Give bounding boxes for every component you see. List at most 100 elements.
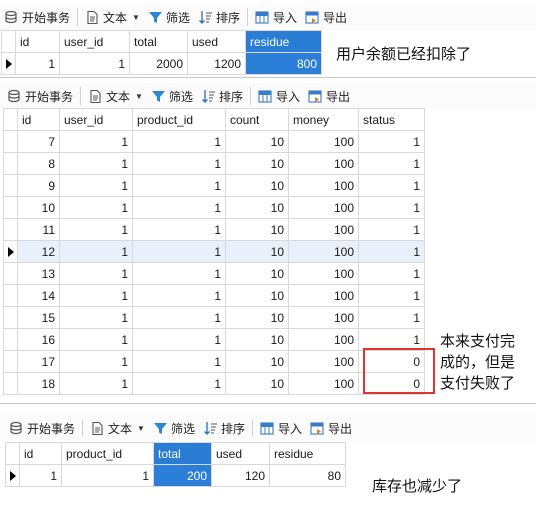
table-cell[interactable]: 1 [132, 328, 226, 351]
text-button[interactable]: 文本 ▼ [81, 6, 144, 28]
table-cell[interactable]: 14 [17, 284, 60, 307]
table-cell[interactable]: 1 [358, 284, 425, 307]
import-button[interactable]: 导入 [254, 85, 304, 107]
table-cell[interactable]: 10 [225, 350, 289, 373]
table-cell[interactable]: 1 [358, 174, 425, 197]
table-cell[interactable]: 10 [225, 174, 289, 197]
column-header[interactable]: product_id [61, 442, 154, 465]
column-header[interactable]: status [358, 108, 425, 131]
table-cell[interactable]: 10 [225, 130, 289, 153]
table-cell[interactable]: 1 [59, 218, 133, 241]
table-row[interactable]: 16 1 1 10 100 1 [3, 328, 425, 351]
column-header[interactable]: id [15, 30, 60, 53]
column-header[interactable]: id [17, 108, 60, 131]
table-cell[interactable]: 15 [17, 306, 60, 329]
table-row[interactable]: 15 1 1 10 100 1 [3, 306, 425, 329]
table-cell[interactable]: 1 [59, 196, 133, 219]
filter-button[interactable]: 筛选 [149, 417, 199, 439]
table-cell[interactable]: 100 [288, 218, 359, 241]
table-cell[interactable]: 1 [132, 240, 226, 263]
table-cell[interactable]: 10 [225, 284, 289, 307]
export-button[interactable]: 导出 [304, 85, 354, 107]
table-cell[interactable]: 1 [358, 262, 425, 285]
table-cell[interactable]: 200 [153, 464, 212, 487]
table-cell[interactable]: 1 [132, 130, 226, 153]
table-cell[interactable]: 1 [59, 152, 133, 175]
table-cell[interactable]: 100 [288, 152, 359, 175]
table-cell[interactable]: 7 [17, 130, 60, 153]
table-cell[interactable]: 1 [59, 350, 133, 373]
column-header[interactable]: user_id [59, 30, 130, 53]
filter-button[interactable]: 筛选 [144, 6, 194, 28]
table-cell[interactable]: 100 [288, 306, 359, 329]
table-cell[interactable]: 1 [358, 196, 425, 219]
table-row[interactable]: 12 1 1 10 100 1 [3, 240, 425, 263]
table-cell[interactable]: 1 [59, 306, 133, 329]
table-cell[interactable]: 11 [17, 218, 60, 241]
column-header[interactable]: residue [245, 30, 322, 53]
table-cell[interactable]: 1 [132, 218, 226, 241]
table-cell[interactable]: 100 [288, 372, 359, 395]
table-cell[interactable]: 1 [132, 152, 226, 175]
sort-button[interactable]: 排序 [199, 417, 249, 439]
begin-transaction-button[interactable]: 开始事务 [0, 6, 74, 28]
column-header[interactable]: id [19, 442, 62, 465]
table-cell[interactable]: 10 [225, 218, 289, 241]
table-cell[interactable]: 10 [225, 196, 289, 219]
table-cell[interactable]: 1 [59, 52, 130, 75]
column-header[interactable]: total [129, 30, 188, 53]
table-cell[interactable]: 1 [132, 196, 226, 219]
table-cell[interactable]: 1 [358, 306, 425, 329]
table-cell[interactable]: 100 [288, 262, 359, 285]
table-cell[interactable]: 16 [17, 328, 60, 351]
table-cell[interactable]: 1 [59, 240, 133, 263]
table-cell[interactable]: 1 [15, 52, 60, 75]
table-cell[interactable]: 1 [59, 262, 133, 285]
filter-button[interactable]: 筛选 [147, 85, 197, 107]
sort-button[interactable]: 排序 [197, 85, 247, 107]
table-cell[interactable]: 2000 [129, 52, 188, 75]
table-cell[interactable]: 1 [358, 218, 425, 241]
table-cell[interactable]: 13 [17, 262, 60, 285]
table-row[interactable]: 7 1 1 10 100 1 [3, 130, 425, 153]
table-row[interactable]: 1 1 2000 1200 800 [1, 52, 322, 75]
table-cell[interactable]: 9 [17, 174, 60, 197]
table-cell[interactable]: 1 [132, 174, 226, 197]
table-row[interactable]: 1 1 200 120 80 [5, 464, 346, 487]
table-cell[interactable]: 100 [288, 350, 359, 373]
table-cell[interactable]: 1 [59, 174, 133, 197]
table-cell[interactable]: 10 [225, 152, 289, 175]
begin-transaction-button[interactable]: 开始事务 [5, 417, 79, 439]
text-button[interactable]: 文本 ▼ [84, 85, 147, 107]
table-cell[interactable]: 100 [288, 196, 359, 219]
column-header[interactable]: used [187, 30, 246, 53]
column-header[interactable]: user_id [59, 108, 133, 131]
table-cell[interactable]: 10 [225, 328, 289, 351]
column-header[interactable]: residue [269, 442, 346, 465]
begin-transaction-button[interactable]: 开始事务 [3, 85, 77, 107]
table-row[interactable]: 17 1 1 10 100 0 [3, 350, 425, 373]
table-cell[interactable]: 100 [288, 328, 359, 351]
import-button[interactable]: 导入 [256, 417, 306, 439]
table-cell[interactable]: 1 [132, 262, 226, 285]
table-cell[interactable]: 10 [225, 306, 289, 329]
text-button[interactable]: 文本 ▼ [86, 417, 149, 439]
table-cell[interactable]: 1 [132, 350, 226, 373]
table-cell[interactable]: 10 [225, 262, 289, 285]
table-cell[interactable]: 1 [59, 328, 133, 351]
column-header[interactable]: money [288, 108, 359, 131]
table-cell[interactable]: 100 [288, 240, 359, 263]
table-cell[interactable]: 120 [211, 464, 270, 487]
table-cell[interactable]: 100 [288, 130, 359, 153]
table-cell[interactable]: 80 [269, 464, 346, 487]
table-row[interactable]: 9 1 1 10 100 1 [3, 174, 425, 197]
table-cell[interactable]: 800 [245, 52, 322, 75]
table-cell[interactable]: 17 [17, 350, 60, 373]
table-cell[interactable]: 1 [358, 152, 425, 175]
table-cell[interactable]: 100 [288, 174, 359, 197]
table-cell[interactable]: 1 [59, 372, 133, 395]
table-row[interactable]: 8 1 1 10 100 1 [3, 152, 425, 175]
sort-button[interactable]: 排序 [194, 6, 244, 28]
table-cell[interactable]: 18 [17, 372, 60, 395]
table-row[interactable]: 18 1 1 10 100 0 [3, 372, 425, 395]
